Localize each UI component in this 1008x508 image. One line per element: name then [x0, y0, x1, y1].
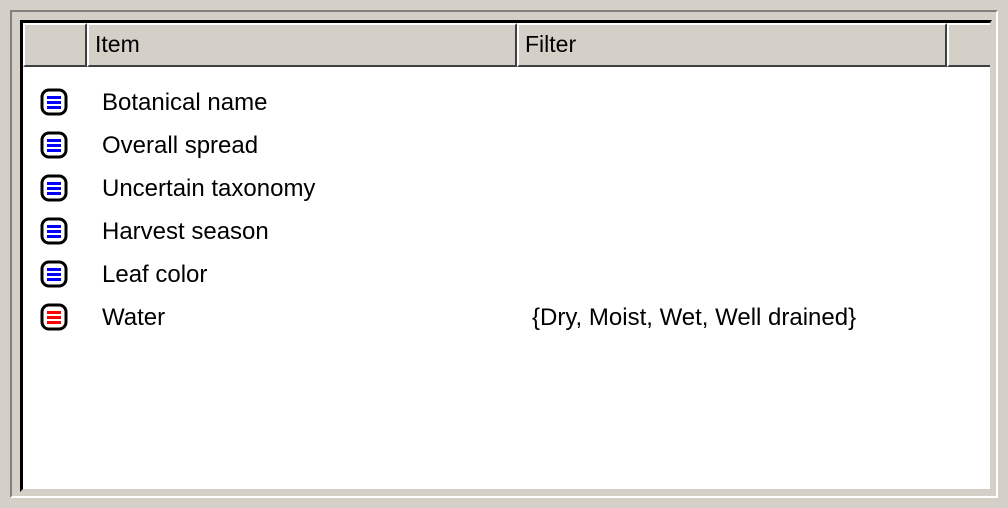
filtered-field-icon	[40, 303, 68, 331]
list-item-leaf-color[interactable]: Leaf color	[23, 253, 990, 296]
header-item-column[interactable]: Item	[87, 23, 517, 67]
item-label: Overall spread	[102, 132, 259, 159]
list-field-icon	[40, 131, 68, 159]
list-item-harvest-season[interactable]: Harvest season	[23, 210, 990, 253]
header-filter-column[interactable]: Filter	[517, 23, 947, 67]
item-label: Water	[102, 304, 166, 331]
header-blank-column	[947, 23, 990, 67]
list-field-icon	[40, 260, 68, 288]
list-field-icon	[40, 174, 68, 202]
item-label: Leaf color	[102, 261, 208, 288]
header-icon-column[interactable]	[23, 23, 87, 67]
list-header: Item Filter	[23, 23, 990, 67]
list-item-overall-spread[interactable]: Overall spread	[23, 124, 990, 167]
list-field-icon	[40, 88, 68, 116]
list-item-uncertain-taxonomy[interactable]: Uncertain taxonomy	[23, 167, 990, 210]
list-rows: Botanical name Overall spread Uncertain …	[23, 81, 990, 339]
list-field-icon	[40, 217, 68, 245]
list-item-botanical-name[interactable]: Botanical name	[23, 81, 990, 124]
item-filter: {Dry, Moist, Wet, Well drained}	[532, 304, 857, 331]
item-label: Harvest season	[102, 218, 269, 245]
item-filter-list[interactable]: Item Filter Botanical name Overall sprea…	[20, 20, 992, 492]
item-label: Botanical name	[102, 89, 268, 116]
item-label: Uncertain taxonomy	[102, 175, 316, 202]
list-item-water[interactable]: Water {Dry, Moist, Wet, Well drained}	[23, 296, 990, 339]
